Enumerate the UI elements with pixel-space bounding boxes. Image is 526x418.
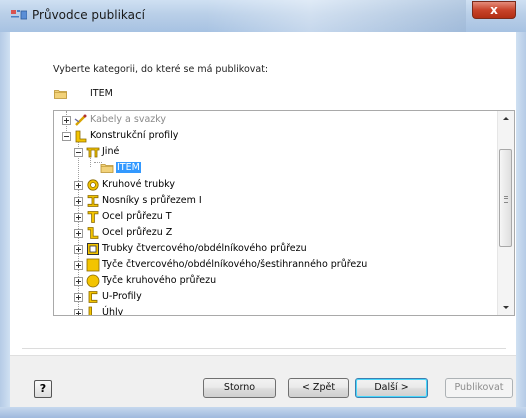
angle-profile-icon xyxy=(88,306,92,315)
t-profile-icon xyxy=(87,211,99,223)
tree-item-label: Úhly xyxy=(102,307,124,316)
tree-item-label: Tyče kruhového průřezu xyxy=(102,275,217,286)
collapse-toggle[interactable] xyxy=(74,148,83,157)
tree-item-label: Tyče čtvercového/obdélníkového/šestihran… xyxy=(102,259,368,270)
category-tree[interactable]: Kabely a svazky Konstrukční profily Jiné… xyxy=(53,110,515,316)
expand-toggle[interactable] xyxy=(62,116,71,125)
tree-item-ocel-prurezu-z[interactable]: Ocel průřezu Z xyxy=(54,225,494,241)
tree-item-label: ITEM xyxy=(116,162,141,173)
window-frame-bottom xyxy=(0,407,526,418)
tree-scrollbar[interactable] xyxy=(497,111,514,315)
u-profile-icon xyxy=(88,291,98,303)
help-button[interactable]: ? xyxy=(34,380,52,398)
tree-item-label: Ocel průřezu T xyxy=(102,211,172,222)
next-button[interactable]: Další > xyxy=(355,378,428,398)
tree-item-jine[interactable]: Jiné xyxy=(54,144,494,160)
expand-toggle[interactable] xyxy=(74,277,83,286)
folder-icon xyxy=(100,164,114,173)
square-bar-icon xyxy=(86,258,100,272)
scroll-down-arrow-icon[interactable] xyxy=(498,299,514,315)
tree-item-kruhove-trubky[interactable]: Kruhové trubky xyxy=(54,177,494,193)
scrollbar-grip-icon xyxy=(504,196,508,203)
scroll-up-arrow-icon[interactable] xyxy=(498,111,514,127)
tree-item-tyce-ctvercoveho[interactable]: Tyče čtvercového/obdélníkového/šestihran… xyxy=(54,257,494,273)
tree-item-ocel-prurezu-t[interactable]: Ocel průřezu T xyxy=(54,209,494,225)
tree-item-u-profily[interactable]: U-Profily xyxy=(54,289,494,305)
cable-icon xyxy=(74,114,87,126)
tree-item-uhly[interactable]: Úhly xyxy=(54,305,494,316)
title-bar[interactable]: Průvodce publikací x xyxy=(0,0,526,32)
expand-toggle[interactable] xyxy=(74,261,83,270)
expand-toggle[interactable] xyxy=(74,197,83,206)
expand-toggle[interactable] xyxy=(74,213,83,222)
profile-pi-icon xyxy=(86,147,100,158)
footer-separator xyxy=(22,348,506,349)
tree-item-tyce-kruhoveho[interactable]: Tyče kruhového průřezu xyxy=(54,273,494,289)
window-title: Průvodce publikací xyxy=(32,8,145,22)
tree-item-label: Kabely a svazky xyxy=(90,114,167,125)
scrollbar-thumb[interactable] xyxy=(499,149,512,247)
tree-item-konstrukcni-profily[interactable]: Konstrukční profily xyxy=(54,128,494,144)
tree-item-label: U-Profily xyxy=(102,291,142,302)
collapse-toggle[interactable] xyxy=(62,132,71,141)
back-button[interactable]: < Zpět xyxy=(288,378,349,398)
expand-toggle[interactable] xyxy=(74,229,83,238)
publish-wizard-app-icon xyxy=(11,10,27,20)
expand-toggle[interactable] xyxy=(74,309,83,315)
square-tube-icon xyxy=(87,243,99,255)
category-prompt: Vyberte kategorii, do které se má publik… xyxy=(53,64,269,75)
publish-wizard-window: Průvodce publikací x Vyberte kategorii, … xyxy=(0,0,526,418)
title-bar-glass xyxy=(206,0,466,32)
tree-item-trubky-ctvercoveho[interactable]: Trubky čtvercového/obdélníkového průřezu xyxy=(54,241,494,257)
window-frame-left xyxy=(0,32,10,418)
tree-item-label: Jiné xyxy=(102,146,120,157)
round-bar-icon xyxy=(86,274,100,288)
tree-item-label: Konstrukční profily xyxy=(90,130,179,141)
tree-item-kabely-a-svazky[interactable]: Kabely a svazky xyxy=(54,112,494,128)
folder-icon xyxy=(54,90,67,99)
publish-button[interactable]: Publikovat xyxy=(445,378,513,398)
tree-item-nosniky-s-prurezem-i[interactable]: Nosníky s průřezem I xyxy=(54,193,494,209)
help-icon: ? xyxy=(39,382,47,395)
tree-item-label: Trubky čtvercového/obdélníkového průřezu xyxy=(102,243,307,254)
tree-item-label: Ocel průřezu Z xyxy=(102,227,173,238)
round-tube-icon xyxy=(87,179,99,191)
close-button[interactable]: x xyxy=(472,1,516,19)
expand-toggle[interactable] xyxy=(74,181,83,190)
tree-item-label: Nosníky s průřezem I xyxy=(102,195,202,206)
cancel-button[interactable]: Storno xyxy=(203,378,276,398)
expand-toggle[interactable] xyxy=(74,245,83,254)
close-icon: x xyxy=(490,3,498,17)
i-beam-icon xyxy=(87,195,99,207)
window-frame-right xyxy=(516,32,526,418)
profile-folder-icon xyxy=(75,130,87,143)
tree-item-label: Kruhové trubky xyxy=(102,179,175,190)
expand-toggle[interactable] xyxy=(74,293,83,302)
z-profile-icon xyxy=(87,227,99,239)
tree-item-item[interactable]: ITEM xyxy=(54,160,494,176)
selected-category-name: ITEM xyxy=(90,88,113,99)
